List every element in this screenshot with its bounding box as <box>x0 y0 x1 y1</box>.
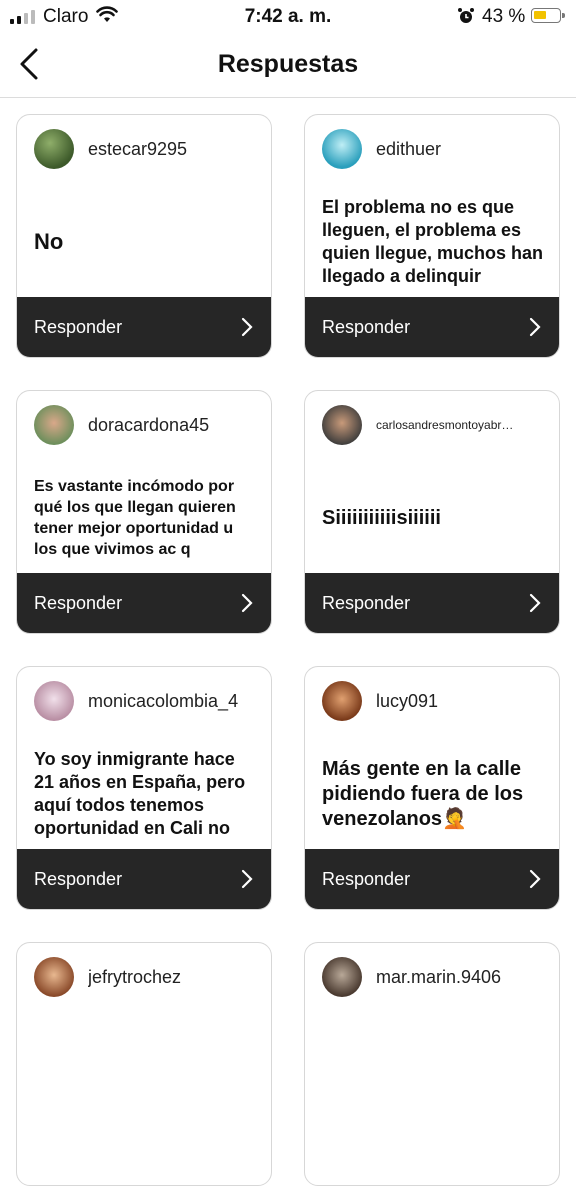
reply-button[interactable]: Responder <box>17 573 271 633</box>
reply-label: Responder <box>34 868 123 889</box>
battery-icon <box>531 8 565 23</box>
chevron-right-icon <box>241 593 253 613</box>
avatar <box>34 129 74 169</box>
reply-label: Responder <box>322 316 411 337</box>
response-card: doracardona45 Es vastante incómodo por q… <box>16 390 272 634</box>
username: edithuer <box>376 138 442 159</box>
username: lucy091 <box>376 690 439 711</box>
card-user[interactable]: mar.marin.9406 <box>322 957 501 997</box>
response-card: monicacolombia_4 Yo soy inmigrante hace … <box>16 666 272 910</box>
avatar <box>322 681 362 721</box>
avatar <box>34 681 74 721</box>
chevron-right-icon <box>529 317 541 337</box>
username: doracardona45 <box>88 414 210 435</box>
username: monicacolombia_4 <box>88 690 239 711</box>
response-text: No <box>34 229 64 254</box>
response-card: estecar9295 No Responder <box>16 114 272 358</box>
username: jefrytrochez <box>88 966 182 987</box>
reply-label: Responder <box>34 316 123 337</box>
reply-label: Responder <box>322 868 411 889</box>
nav-bar: Respuestas <box>0 34 576 98</box>
response-text: Yo soy inmigrante hace 21 años en España… <box>34 749 246 838</box>
page-title: Respuestas <box>217 50 359 78</box>
card-user[interactable]: carlosandresmontoyabr… <box>322 405 513 445</box>
response-text: El problema no es que lleguen, el proble… <box>322 197 544 286</box>
response-text: Más gente en la calle pidiendo fuera de … <box>322 757 524 830</box>
card-user[interactable]: lucy091 <box>322 681 438 721</box>
alarm-icon <box>457 7 475 30</box>
chevron-right-icon <box>241 317 253 337</box>
response-card: mar.marin.9406 <box>304 942 560 1186</box>
response-text: Siiiiiiiiiiisiiiiii <box>322 506 441 529</box>
avatar <box>34 405 74 445</box>
avatar <box>322 957 362 997</box>
card-user[interactable]: estecar9295 <box>34 129 187 169</box>
status-bar: Claro 7:42 a. m. 43 % <box>0 0 576 34</box>
reply-button[interactable]: Responder <box>17 297 271 357</box>
username: mar.marin.9406 <box>376 966 502 987</box>
reply-button[interactable]: Responder <box>305 297 559 357</box>
battery-percent: 43 % <box>482 6 526 27</box>
avatar <box>322 129 362 169</box>
reply-button[interactable]: Responder <box>305 573 559 633</box>
response-card: carlosandresmontoyabr… Siiiiiiiiiiisiiii… <box>304 390 560 634</box>
reply-button[interactable]: Responder <box>17 849 271 909</box>
chevron-right-icon <box>241 869 253 889</box>
username: carlosandresmontoyabr… <box>376 418 514 432</box>
chevron-right-icon <box>529 869 541 889</box>
avatar <box>322 405 362 445</box>
response-card: edithuer El problema no es que lleguen, … <box>304 114 560 358</box>
reply-button[interactable]: Responder <box>305 849 559 909</box>
reply-label: Responder <box>322 592 411 613</box>
response-card: jefrytrochez <box>16 942 272 1186</box>
username: estecar9295 <box>88 138 188 159</box>
chevron-right-icon <box>529 593 541 613</box>
reply-label: Responder <box>34 592 123 613</box>
avatar <box>34 957 74 997</box>
card-user[interactable]: monicacolombia_4 <box>34 681 238 721</box>
response-card: lucy091 Más gente en la calle pidiendo f… <box>304 666 560 910</box>
response-text: Es vastante incómodo por qué los que lle… <box>34 478 236 558</box>
card-user[interactable]: doracardona45 <box>34 405 209 445</box>
card-user[interactable]: edithuer <box>322 129 441 169</box>
card-user[interactable]: jefrytrochez <box>34 957 181 997</box>
